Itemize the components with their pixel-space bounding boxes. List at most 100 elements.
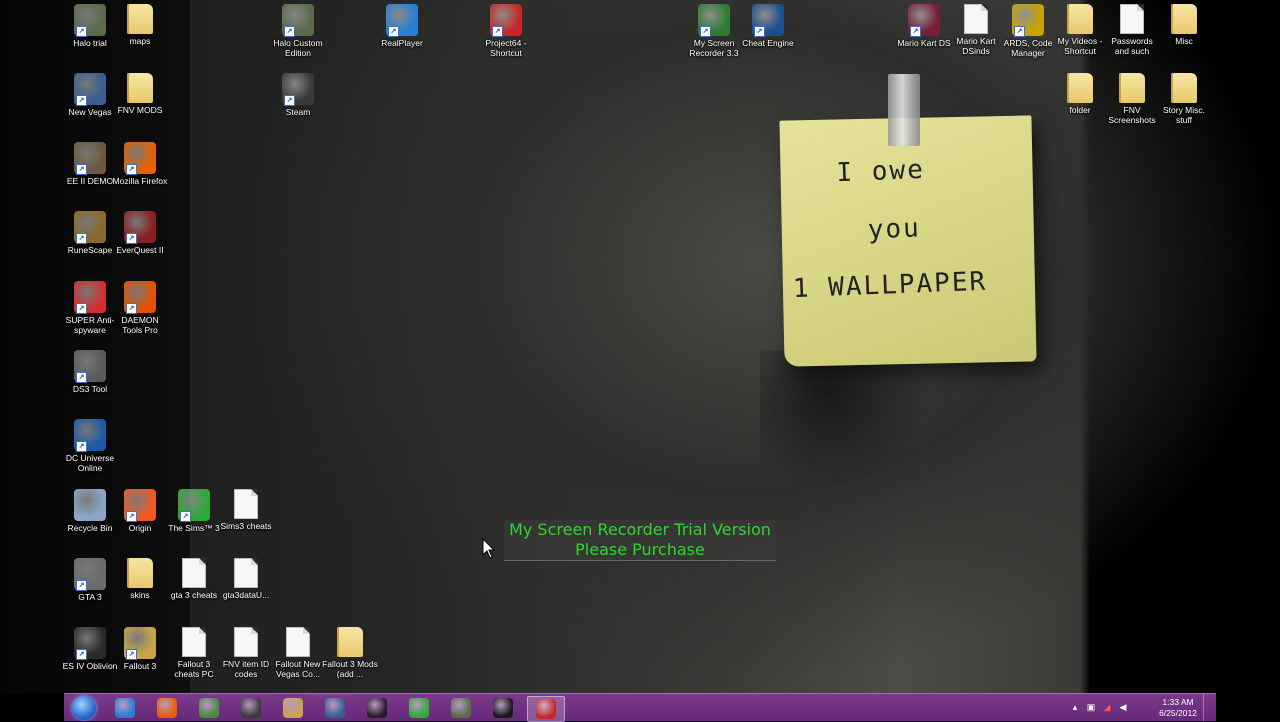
desktop-icon[interactable]: ↗ ES IV Oblivion (62, 627, 118, 671)
desktop-icon-label: Steam (285, 107, 311, 117)
document-icon (182, 558, 206, 588)
desktop-icon-label: gta3dataU... (222, 590, 270, 600)
shortcut-arrow-icon: ↗ (910, 26, 921, 37)
desktop-icon[interactable]: Passwords and such (1104, 4, 1160, 56)
desktop-icon[interactable]: ↗ My Screen Recorder 3.3 (686, 4, 742, 58)
desktop-icon[interactable]: ↗ The Sims™ 3 (166, 489, 222, 533)
taskbar-button[interactable] (401, 696, 437, 720)
desktop-icon-label: FNV item ID codes (222, 659, 270, 679)
taskbar-button[interactable] (275, 696, 311, 720)
desktop-icon[interactable]: FNV MODS (112, 73, 168, 115)
shortcut-arrow-icon: ↗ (76, 233, 87, 244)
desktop-icon-label: Cheat Engine (742, 38, 794, 48)
sticky-note-wallpaper: I owe you 1 WALLPAPER (779, 115, 1037, 367)
desktop-icon[interactable]: Story Misc. stuff (1156, 73, 1212, 125)
desktop-icon[interactable]: Mario Kart DSinds (948, 4, 1004, 56)
desktop-icon[interactable]: maps (112, 4, 168, 46)
desktop-icon[interactable]: ↗ EverQuest II (112, 211, 168, 255)
start-button[interactable] (66, 696, 102, 720)
desktop-icon[interactable]: ↗ DC Universe Online (62, 419, 118, 473)
desktop-icon[interactable]: ↗ Fallout 3 (112, 627, 168, 671)
clock[interactable]: 1:33 AM 6/25/2012 (1154, 697, 1202, 719)
firefox-icon: ↗ (124, 142, 156, 175)
dc-universe-icon: ↗ (74, 419, 106, 452)
volume-icon[interactable]: ◀ (1118, 702, 1128, 712)
desktop-icon[interactable]: FNV item ID codes (218, 627, 274, 679)
show-desktop-button[interactable] (1203, 694, 1210, 721)
shortcut-arrow-icon: ↗ (126, 164, 137, 175)
taskbar-button[interactable] (191, 696, 227, 720)
gta-icon: ↗ (74, 558, 106, 591)
desktop-icon[interactable]: ↗ New Vegas (62, 73, 118, 117)
desktop-icon[interactable]: Fallout 3 Mods (add ... (322, 627, 378, 679)
desktop-icon-label: New Vegas (68, 107, 112, 117)
project64-icon: ↗ (490, 4, 522, 37)
desktop-icon[interactable]: ↗ Cheat Engine (740, 4, 796, 48)
desktop-icon-label: ES IV Oblivion (62, 661, 118, 671)
desktop-icon[interactable]: Sims3 cheats (218, 489, 274, 531)
desktop-icon[interactable]: Misc (1156, 4, 1212, 46)
halo-icon: ↗ (74, 4, 106, 37)
desktop-icon[interactable]: ↗ RuneScape (62, 211, 118, 255)
folder-icon (1171, 73, 1197, 103)
desktop-icon-label: Recycle Bin (67, 523, 113, 533)
taskbar-button[interactable] (359, 696, 395, 720)
desktop-icon[interactable]: Fallout 3 cheats PC (166, 627, 222, 679)
desktop-icon-label: Fallout 3 cheats PC (174, 659, 214, 679)
desktop-icon[interactable]: ↗ EE II DEMO (62, 142, 118, 186)
desktop-icon[interactable]: ↗ Halo trial (62, 4, 118, 48)
desktop-icon[interactable]: gta 3 cheats (166, 558, 222, 600)
desktop-icon[interactable]: ↗ Project64 - Shortcut (478, 4, 534, 58)
desktop-icon-label: The Sims™ 3 (168, 523, 220, 533)
desktop-icon[interactable]: folder (1052, 73, 1108, 115)
taskbar: ▴ ▣ ◢ ◀ 1:33 AM 6/25/2012 (64, 693, 1216, 722)
desktop-icon[interactable]: ↗ Mozilla Firefox (112, 142, 168, 186)
vault-boy-icon: ↗ (124, 627, 156, 660)
action-center-icon[interactable]: ▣ (1086, 702, 1096, 712)
tray-overflow-icon[interactable]: ▴ (1070, 702, 1080, 712)
halo-icon: ↗ (282, 4, 314, 37)
vault-boy-icon: ↗ (74, 73, 106, 106)
shortcut-arrow-icon: ↗ (126, 233, 137, 244)
folder-icon (1119, 73, 1145, 103)
s-app-icon (493, 698, 513, 718)
desktop-icon[interactable]: ↗ DS3 Tool (62, 350, 118, 394)
desktop-icon[interactable]: Recycle Bin (62, 489, 118, 533)
desktop-icon[interactable]: ↗ Halo Custom Edition (270, 4, 326, 58)
desktop-icon[interactable]: skins (112, 558, 168, 600)
screen-recorder-icon (536, 699, 556, 719)
desktop-icon[interactable]: ↗ GTA 3 (62, 558, 118, 602)
desktop-icon[interactable]: FNV Screenshots (1104, 73, 1160, 125)
shortcut-arrow-icon: ↗ (76, 372, 87, 383)
desktop-icon-label: RuneScape (67, 245, 113, 255)
desktop-icon[interactable]: ↗ Origin (112, 489, 168, 533)
desktop-icon-label: Mario Kart DS (897, 38, 951, 48)
gamepad-icon: ↗ (74, 350, 106, 383)
desktop-icon[interactable]: ↗ ARDS, Code Manager (1000, 4, 1056, 58)
folder-icon (1067, 4, 1093, 34)
sims-icon: ↗ (178, 489, 210, 522)
antispyware-icon: ↗ (74, 281, 106, 314)
desktop-icon[interactable]: ↗ SUPER Anti-spyware (62, 281, 118, 335)
taskbar-button[interactable] (527, 696, 565, 722)
desktop-icon[interactable]: ↗ DAEMON Tools Pro (112, 281, 168, 335)
taskbar-button[interactable] (149, 696, 185, 720)
taskbar-button[interactable] (107, 696, 143, 720)
taskbar-button[interactable] (317, 696, 353, 720)
desktop-icon[interactable]: Fallout New Vegas Co... (270, 627, 326, 679)
desktop-icon-label: Misc (1175, 36, 1193, 46)
taskbar-button[interactable] (485, 696, 521, 720)
tape-strip (888, 74, 920, 146)
desktop-icon[interactable]: gta3dataU... (218, 558, 274, 600)
desktop-icon[interactable]: My Videos - Shortcut (1052, 4, 1108, 56)
desktop-icon[interactable]: ↗ Mario Kart DS (896, 4, 952, 48)
desktop-icon-label: ARDS, Code Manager (1003, 38, 1053, 58)
desktop-icon-label: GTA 3 (78, 592, 102, 602)
desktop-icon[interactable]: ↗ RealPlayer (374, 4, 430, 48)
taskbar-button[interactable] (443, 696, 479, 720)
desktop-icon-label: skins (130, 590, 150, 600)
taskbar-button[interactable] (233, 696, 269, 720)
shortcut-arrow-icon: ↗ (492, 26, 503, 37)
network-icon[interactable]: ◢ (1102, 702, 1112, 712)
desktop-icon[interactable]: ↗ Steam (270, 73, 326, 117)
